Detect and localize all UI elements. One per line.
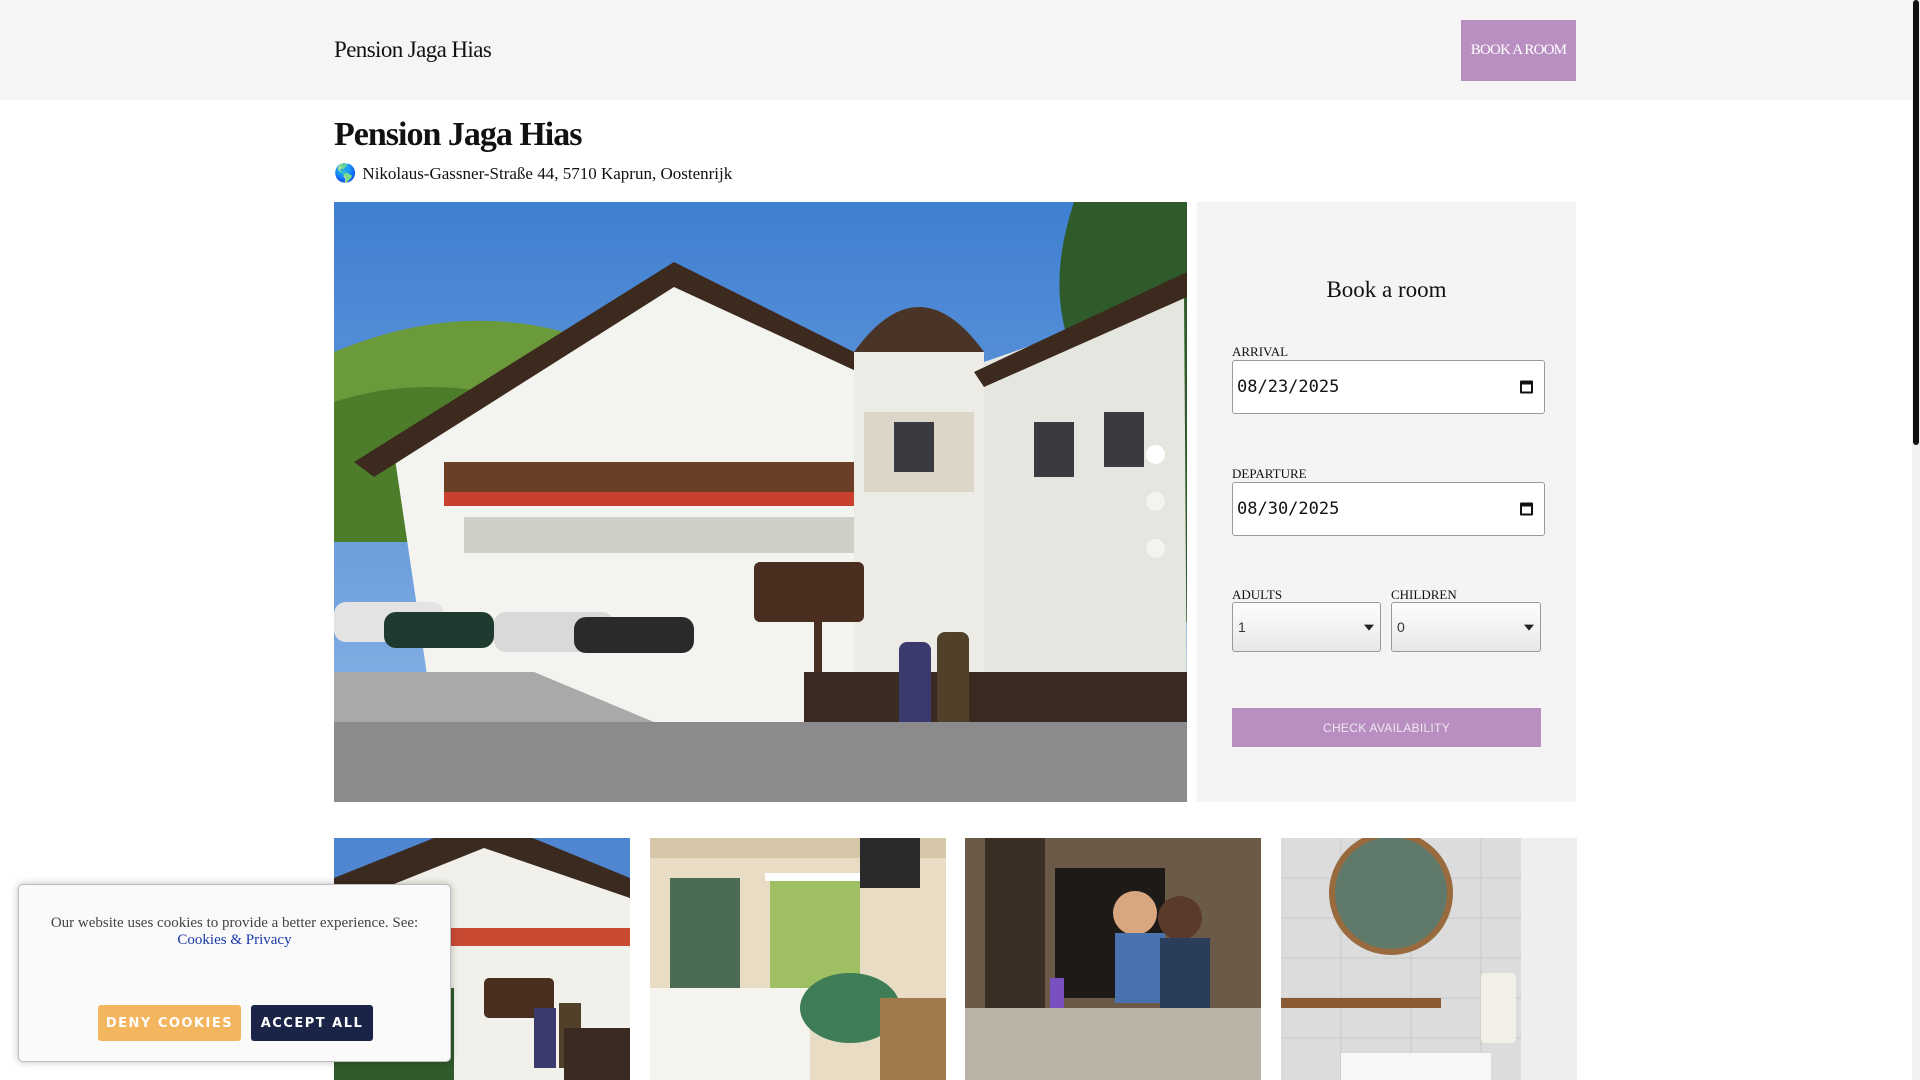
carousel-dot-3[interactable] <box>1146 539 1165 558</box>
book-a-room-button[interactable]: BOOK A ROOM <box>1461 20 1576 81</box>
gallery-thumb-3[interactable] <box>965 838 1261 1080</box>
property-address: 🌎 Nikolaus-Gassner-Straße 44, 5710 Kapru… <box>334 163 732 184</box>
property-title: Pension Jaga Hias <box>334 116 582 153</box>
arrival-date-value: 08/23/2025 <box>1237 377 1340 397</box>
children-label: CHILDREN <box>1391 587 1457 602</box>
booking-title: Book a room <box>1326 277 1447 302</box>
bathroom-photo <box>1281 838 1577 1080</box>
cookie-consent-banner: Our website uses cookies to provide a be… <box>18 884 451 1062</box>
globe-icon: 🌎 <box>334 163 357 183</box>
adults-select[interactable]: 1 <box>1232 602 1381 652</box>
carousel-dot-1[interactable] <box>1146 445 1165 464</box>
gallery-thumb-2[interactable] <box>650 838 946 1080</box>
cookie-message: Our website uses cookies to provide a be… <box>19 915 450 949</box>
chevron-down-icon <box>1364 624 1374 631</box>
hero-photo-carousel[interactable] <box>334 202 1187 802</box>
carousel-indicators <box>1146 445 1165 558</box>
arrival-date-input[interactable]: 08/23/2025 <box>1232 360 1545 414</box>
deny-cookies-button[interactable]: DENY COOKIES <box>98 1005 241 1041</box>
arrival-label: ARRIVAL <box>1232 344 1289 359</box>
departure-label: DEPARTURE <box>1232 466 1307 481</box>
departure-date-value: 08/30/2025 <box>1237 499 1340 519</box>
accept-all-button[interactable]: ACCEPT ALL <box>251 1005 373 1041</box>
check-availability-button[interactable]: CHECK AVAILABILITY <box>1232 708 1541 747</box>
gallery-thumb-4[interactable] <box>1281 838 1577 1080</box>
departure-date-input[interactable]: 08/30/2025 <box>1232 482 1545 536</box>
children-select[interactable]: 0 <box>1391 602 1541 652</box>
children-value: 0 <box>1397 619 1405 635</box>
site-header: Pension Jaga Hias BOOK A ROOM <box>0 0 1912 100</box>
calendar-icon[interactable] <box>1520 380 1533 394</box>
adults-value: 1 <box>1238 619 1246 635</box>
cookie-text: Our website uses cookies to provide a be… <box>50 915 419 931</box>
hero-photo <box>334 202 1187 802</box>
calendar-icon[interactable] <box>1520 502 1533 516</box>
scrollbar-thumb[interactable] <box>1913 0 1919 445</box>
bedroom-photo <box>650 838 946 1080</box>
chevron-down-icon <box>1524 624 1534 631</box>
booking-panel: Book a room ARRIVAL 08/23/2025 DEPARTURE… <box>1197 202 1576 802</box>
page-scrollbar[interactable] <box>1912 0 1920 1080</box>
address-text: Nikolaus-Gassner-Straße 44, 5710 Kaprun,… <box>362 163 733 183</box>
carousel-dot-2[interactable] <box>1146 492 1165 511</box>
cookies-privacy-link[interactable]: Cookies & Privacy <box>19 932 450 949</box>
site-brand[interactable]: Pension Jaga Hias <box>334 37 492 63</box>
adults-label: ADULTS <box>1232 587 1283 602</box>
guests-drinking-photo <box>965 838 1261 1080</box>
